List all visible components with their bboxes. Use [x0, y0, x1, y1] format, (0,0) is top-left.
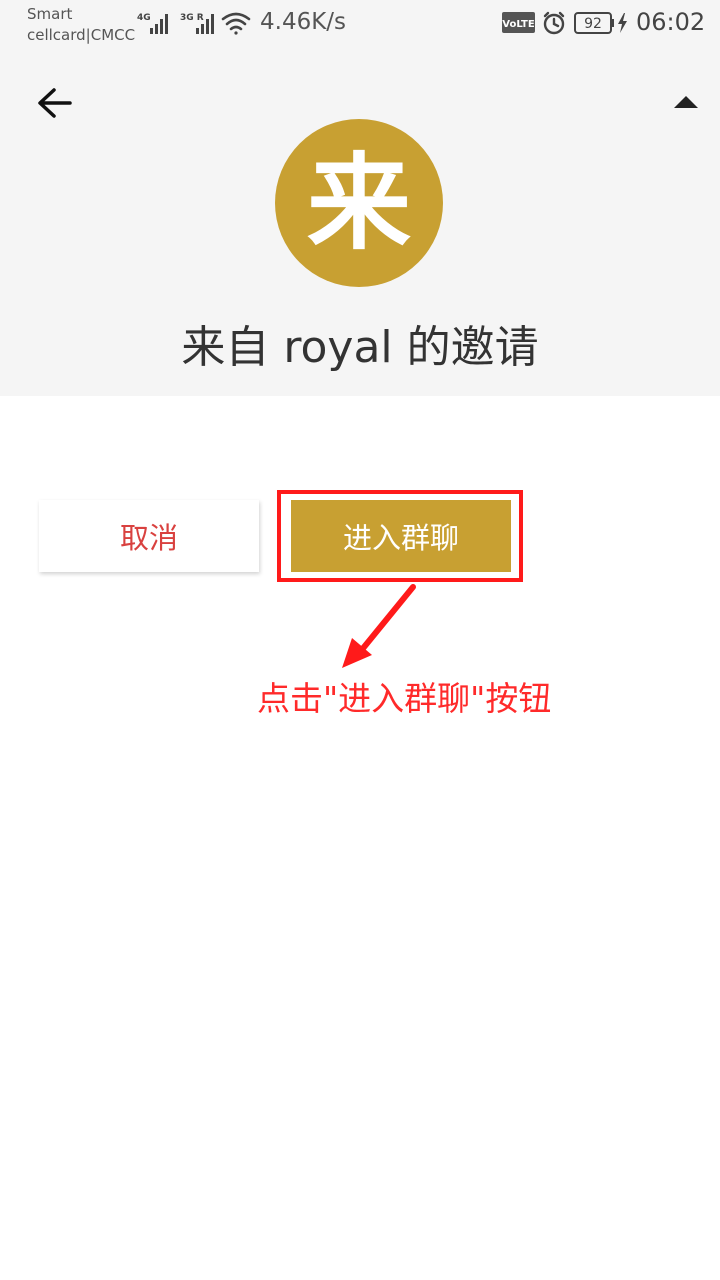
battery-icon: 92 [574, 12, 614, 34]
signal-strength-icon-1 [150, 14, 168, 34]
alarm-icon [543, 11, 565, 35]
annotation-arrow-icon [342, 584, 416, 668]
network-speed: 4.46K/s [260, 9, 347, 35]
header-area: Smart cellcard|CMCC 4G 3G R 4.46K/s VoLT… [0, 0, 720, 396]
status-right-icons: VoLTE 92 [502, 11, 627, 35]
volte-label: VoLTE [502, 19, 535, 30]
battery-level: 92 [584, 16, 602, 32]
annotation-text: 点击"进入群聊"按钮 [257, 679, 552, 718]
carrier-info: Smart cellcard|CMCC [27, 4, 135, 46]
carrier-line-2: cellcard|CMCC [27, 26, 136, 44]
clock: 06:02 [636, 8, 706, 36]
arrow-left-icon [38, 88, 72, 118]
triangle-up-icon [674, 96, 698, 108]
signal-icons: 4G 3G R [137, 12, 251, 35]
volte-icon: VoLTE [502, 12, 535, 33]
carrier-line-1: Smart [27, 5, 73, 23]
invite-title: 来自 royal 的邀请 [181, 322, 539, 373]
avatar-char: 来 [306, 142, 411, 264]
status-bar: Smart cellcard|CMCC 4G 3G R 4.46K/s VoLT… [0, 0, 720, 48]
enter-group-button[interactable]: 进入群聊 [291, 500, 511, 572]
wifi-icon [221, 12, 251, 35]
charging-icon [618, 13, 627, 33]
back-button[interactable] [34, 82, 78, 126]
collapse-button[interactable] [666, 86, 706, 118]
group-avatar: 来 [275, 119, 443, 287]
net1-label: 4G [137, 13, 151, 23]
cancel-button[interactable]: 取消 [39, 500, 259, 572]
net2-label: 3G R [180, 13, 204, 23]
